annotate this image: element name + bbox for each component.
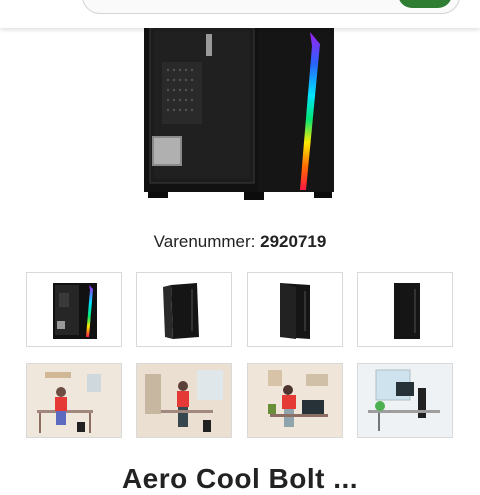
thumbnail-image-tower bbox=[163, 283, 199, 339]
thumbnail-image-woman-desk-2 bbox=[137, 364, 231, 437]
thumbnail-5[interactable] bbox=[136, 363, 232, 438]
thumbnail-image-rgb-case bbox=[53, 283, 97, 339]
product-title: Aero Cool Bolt ... bbox=[121, 463, 359, 494]
thumbnail-7[interactable] bbox=[357, 363, 453, 438]
thumbnail-0[interactable] bbox=[26, 272, 122, 347]
thumbnail-image-office-desk bbox=[358, 364, 452, 437]
thumbnail-image-tower-3 bbox=[394, 283, 420, 339]
product-main-image[interactable] bbox=[138, 27, 342, 200]
thumbnail-6[interactable] bbox=[247, 363, 343, 438]
thumbnail-image-woman-desk-3 bbox=[248, 364, 342, 437]
thumbnail-4[interactable] bbox=[26, 363, 122, 438]
top-bar bbox=[0, 0, 480, 28]
sku-label: Varenummer: bbox=[153, 232, 256, 251]
sku-value: 2920719 bbox=[260, 232, 327, 251]
thumbnail-image-woman-desk-1 bbox=[27, 364, 121, 437]
thumbnail-3[interactable] bbox=[357, 272, 453, 347]
thumbnail-2[interactable] bbox=[247, 272, 343, 347]
product-sku: Varenummer: 2920719 bbox=[0, 232, 480, 252]
thumbnail-1[interactable] bbox=[136, 272, 232, 347]
thumbnail-image-tower-2 bbox=[280, 283, 310, 339]
